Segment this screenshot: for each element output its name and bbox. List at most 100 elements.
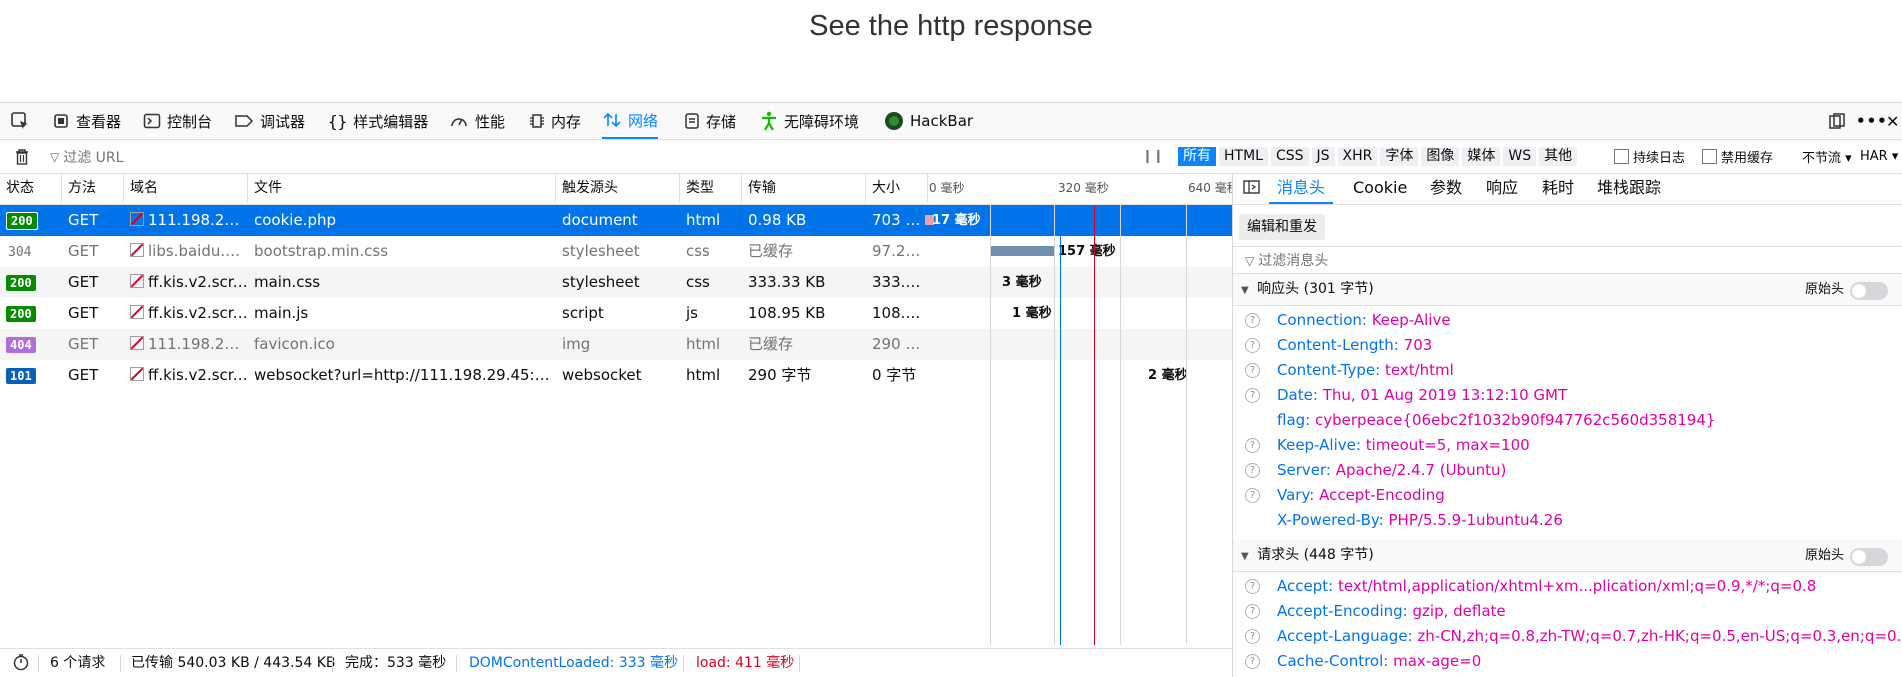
header-row[interactable]: ? Accept-Language: zh-CN,zh;q=0.8,zh-TW;q… — [1233, 624, 1902, 649]
help-icon[interactable]: ? — [1245, 654, 1260, 669]
help-icon[interactable]: ? — [1245, 338, 1260, 353]
column-transferred[interactable]: 传输 — [742, 174, 866, 203]
header-entry: Accept-Encoding: gzip, deflate — [1277, 599, 1506, 624]
table-row[interactable]: 200 GET ff.kis.v2.scr.k... main.js script js 1… — [0, 298, 1232, 329]
column-status[interactable]: 状态 — [0, 174, 62, 203]
header-row[interactable]: ? Server: Apache/2.4.7 (Ubuntu) — [1233, 458, 1902, 483]
filter-js-button[interactable]: JS — [1311, 147, 1335, 166]
header-entry: Accept-Language: zh-CN,zh;q=0.8,zh-TW;q=… — [1277, 624, 1902, 649]
devtools-panel: 查看器 控制台 调试器 {} 样式编辑器 性能 内存 网络 存储 无障碍环境 H… — [0, 102, 1902, 677]
filter-html-button[interactable]: HTML — [1219, 147, 1268, 166]
tab-style-editor[interactable]: {} 样式编辑器 — [328, 103, 428, 139]
column-cause[interactable]: 触发源头 — [556, 174, 680, 203]
network-filter-bar: ▽ 过滤 URL ❙❙ 所有 HTML CSS JS XHR 字体 图像 媒体 … — [0, 140, 1902, 174]
raw-headers-toggle[interactable] — [1850, 548, 1888, 566]
tab-console[interactable]: 控制台 — [143, 103, 212, 139]
header-entry: Vary: Accept-Encoding — [1277, 483, 1445, 508]
filter-media-button[interactable]: 媒体 — [1462, 147, 1501, 166]
help-icon[interactable]: ? — [1245, 313, 1260, 328]
tab-storage[interactable]: 存储 — [684, 103, 736, 139]
tab-network[interactable]: 网络 — [602, 103, 659, 139]
clear-requests-button[interactable] — [14, 140, 30, 173]
header-row[interactable]: ? Cache-Control: max-age=0 — [1233, 649, 1902, 674]
filter-images-button[interactable]: 图像 — [1421, 147, 1460, 166]
disable-cache-checkbox[interactable]: 禁用缓存 — [1702, 140, 1773, 173]
status-cell: 200 — [0, 267, 62, 298]
divider — [456, 655, 457, 672]
table-row[interactable]: 200 GET 111.198.29.4... cookie.php document h… — [0, 205, 1232, 236]
header-row[interactable]: ? Keep-Alive: timeout=5, max=100 — [1233, 433, 1902, 458]
funnel-icon: ▽ — [1245, 254, 1255, 268]
header-row[interactable]: ? Connection: Keep-Alive — [1233, 308, 1902, 333]
help-icon[interactable]: ? — [1245, 604, 1260, 619]
status-badge: 200 — [6, 275, 36, 291]
tab-cookies[interactable]: Cookie — [1353, 174, 1407, 202]
help-icon[interactable]: ? — [1245, 463, 1260, 478]
tab-response[interactable]: 响应 — [1486, 174, 1518, 202]
header-row[interactable]: ? Accept: text/html,application/xhtml+xm.… — [1233, 574, 1902, 599]
raw-headers-toggle[interactable] — [1850, 282, 1888, 300]
column-domain[interactable]: 域名 — [124, 174, 248, 203]
stopwatch-icon[interactable] — [12, 649, 30, 677]
table-row[interactable]: 200 GET ff.kis.v2.scr.k... main.css styleshe… — [0, 267, 1232, 298]
edit-resend-button[interactable]: 编辑和重发 — [1239, 214, 1325, 240]
filter-headers-input[interactable]: ▽ 过滤消息头 — [1233, 246, 1902, 274]
help-icon[interactable]: ? — [1245, 488, 1260, 503]
tab-memory[interactable]: 内存 — [529, 103, 581, 139]
header-row[interactable]: ? Content-Length: 703 — [1233, 333, 1902, 358]
timeline-tick: 320 毫秒 — [1058, 181, 1109, 195]
persist-logs-checkbox[interactable]: 持续日志 — [1614, 140, 1685, 173]
pause-icon[interactable]: ❙❙ — [1142, 140, 1164, 173]
header-row[interactable]: ? Date: Thu, 01 Aug 2019 13:12:10 GMT — [1233, 383, 1902, 408]
request-headers-section[interactable]: ▼ 请求头 (448 字节) 原始头 — [1233, 540, 1902, 572]
table-row[interactable]: 304 GET libs.baidu.com bootstrap.min.css sty… — [0, 236, 1232, 267]
header-row[interactable]: X-Powered-By: PHP/5.5.9-1ubuntu4.26 — [1233, 508, 1902, 533]
header-entry: flag: cyberpeace{06ebc2f1032b90f947762c5… — [1277, 408, 1715, 433]
column-method[interactable]: 方法 — [62, 174, 124, 203]
filter-css-button[interactable]: CSS — [1270, 147, 1309, 166]
help-icon[interactable]: ? — [1245, 629, 1260, 644]
header-row[interactable]: ? Content-Type: text/html — [1233, 358, 1902, 383]
close-icon[interactable]: ✕ — [1886, 103, 1899, 139]
tab-stack-trace[interactable]: 堆栈跟踪 — [1597, 174, 1661, 202]
filter-other-button[interactable]: 其他 — [1539, 147, 1578, 166]
column-file[interactable]: 文件 — [248, 174, 556, 203]
divider — [332, 655, 333, 672]
filter-ws-button[interactable]: WS — [1503, 147, 1537, 166]
response-headers-section[interactable]: ▼ 响应头 (301 字节) 原始头 — [1233, 274, 1902, 306]
tab-hackbar[interactable]: HackBar — [884, 103, 973, 139]
more-options-icon[interactable]: ••• — [1856, 103, 1888, 139]
help-icon[interactable]: ? — [1245, 363, 1260, 378]
inspector-icon — [54, 114, 68, 128]
help-icon[interactable]: ? — [1245, 388, 1260, 403]
filter-xhr-button[interactable]: XHR — [1337, 147, 1378, 166]
tab-timings[interactable]: 耗时 — [1542, 174, 1574, 202]
table-row[interactable]: 101 GET ff.kis.v2.scr.k... websocket?url=ht… — [0, 360, 1232, 391]
tab-performance[interactable]: 性能 — [449, 103, 505, 139]
tab-accessibility[interactable]: 无障碍环境 — [760, 103, 859, 139]
filter-url-input[interactable]: ▽ 过滤 URL — [50, 140, 123, 173]
filter-all-button[interactable]: 所有 — [1178, 147, 1216, 166]
help-icon[interactable]: ? — [1245, 579, 1260, 594]
har-menu-button[interactable]: HAR ▾ — [1860, 140, 1898, 173]
tab-inspector[interactable]: 查看器 — [52, 103, 121, 139]
column-type[interactable]: 类型 — [680, 174, 742, 203]
domain-text: 111.198.29.4... — [148, 211, 248, 229]
tab-headers[interactable]: 消息头 — [1269, 174, 1334, 204]
throttle-select[interactable]: 不节流 ▾ — [1802, 140, 1852, 173]
header-value: Apache/2.4.7 (Ubuntu) — [1335, 461, 1507, 479]
tab-debugger[interactable]: 调试器 — [234, 103, 305, 139]
table-row[interactable]: 404 GET 111.198.29.4... favicon.ico img html 已… — [0, 329, 1232, 360]
type-cell: html — [686, 335, 721, 353]
filter-fonts-button[interactable]: 字体 — [1380, 147, 1419, 166]
header-name: flag: — [1277, 411, 1311, 429]
tab-params[interactable]: 参数 — [1430, 174, 1462, 202]
element-picker-button[interactable] — [10, 103, 30, 139]
header-row[interactable]: ? Vary: Accept-Encoding — [1233, 483, 1902, 508]
help-icon[interactable]: ? — [1245, 438, 1260, 453]
header-row[interactable]: ? Accept-Encoding: gzip, deflate — [1233, 599, 1902, 624]
header-row[interactable]: flag: cyberpeace{06ebc2f1032b90f947762c5… — [1233, 408, 1902, 433]
dock-toggle-button[interactable] — [1828, 103, 1846, 139]
toggle-sidebar-icon[interactable] — [1243, 174, 1261, 202]
column-size[interactable]: 大小 — [866, 174, 928, 203]
